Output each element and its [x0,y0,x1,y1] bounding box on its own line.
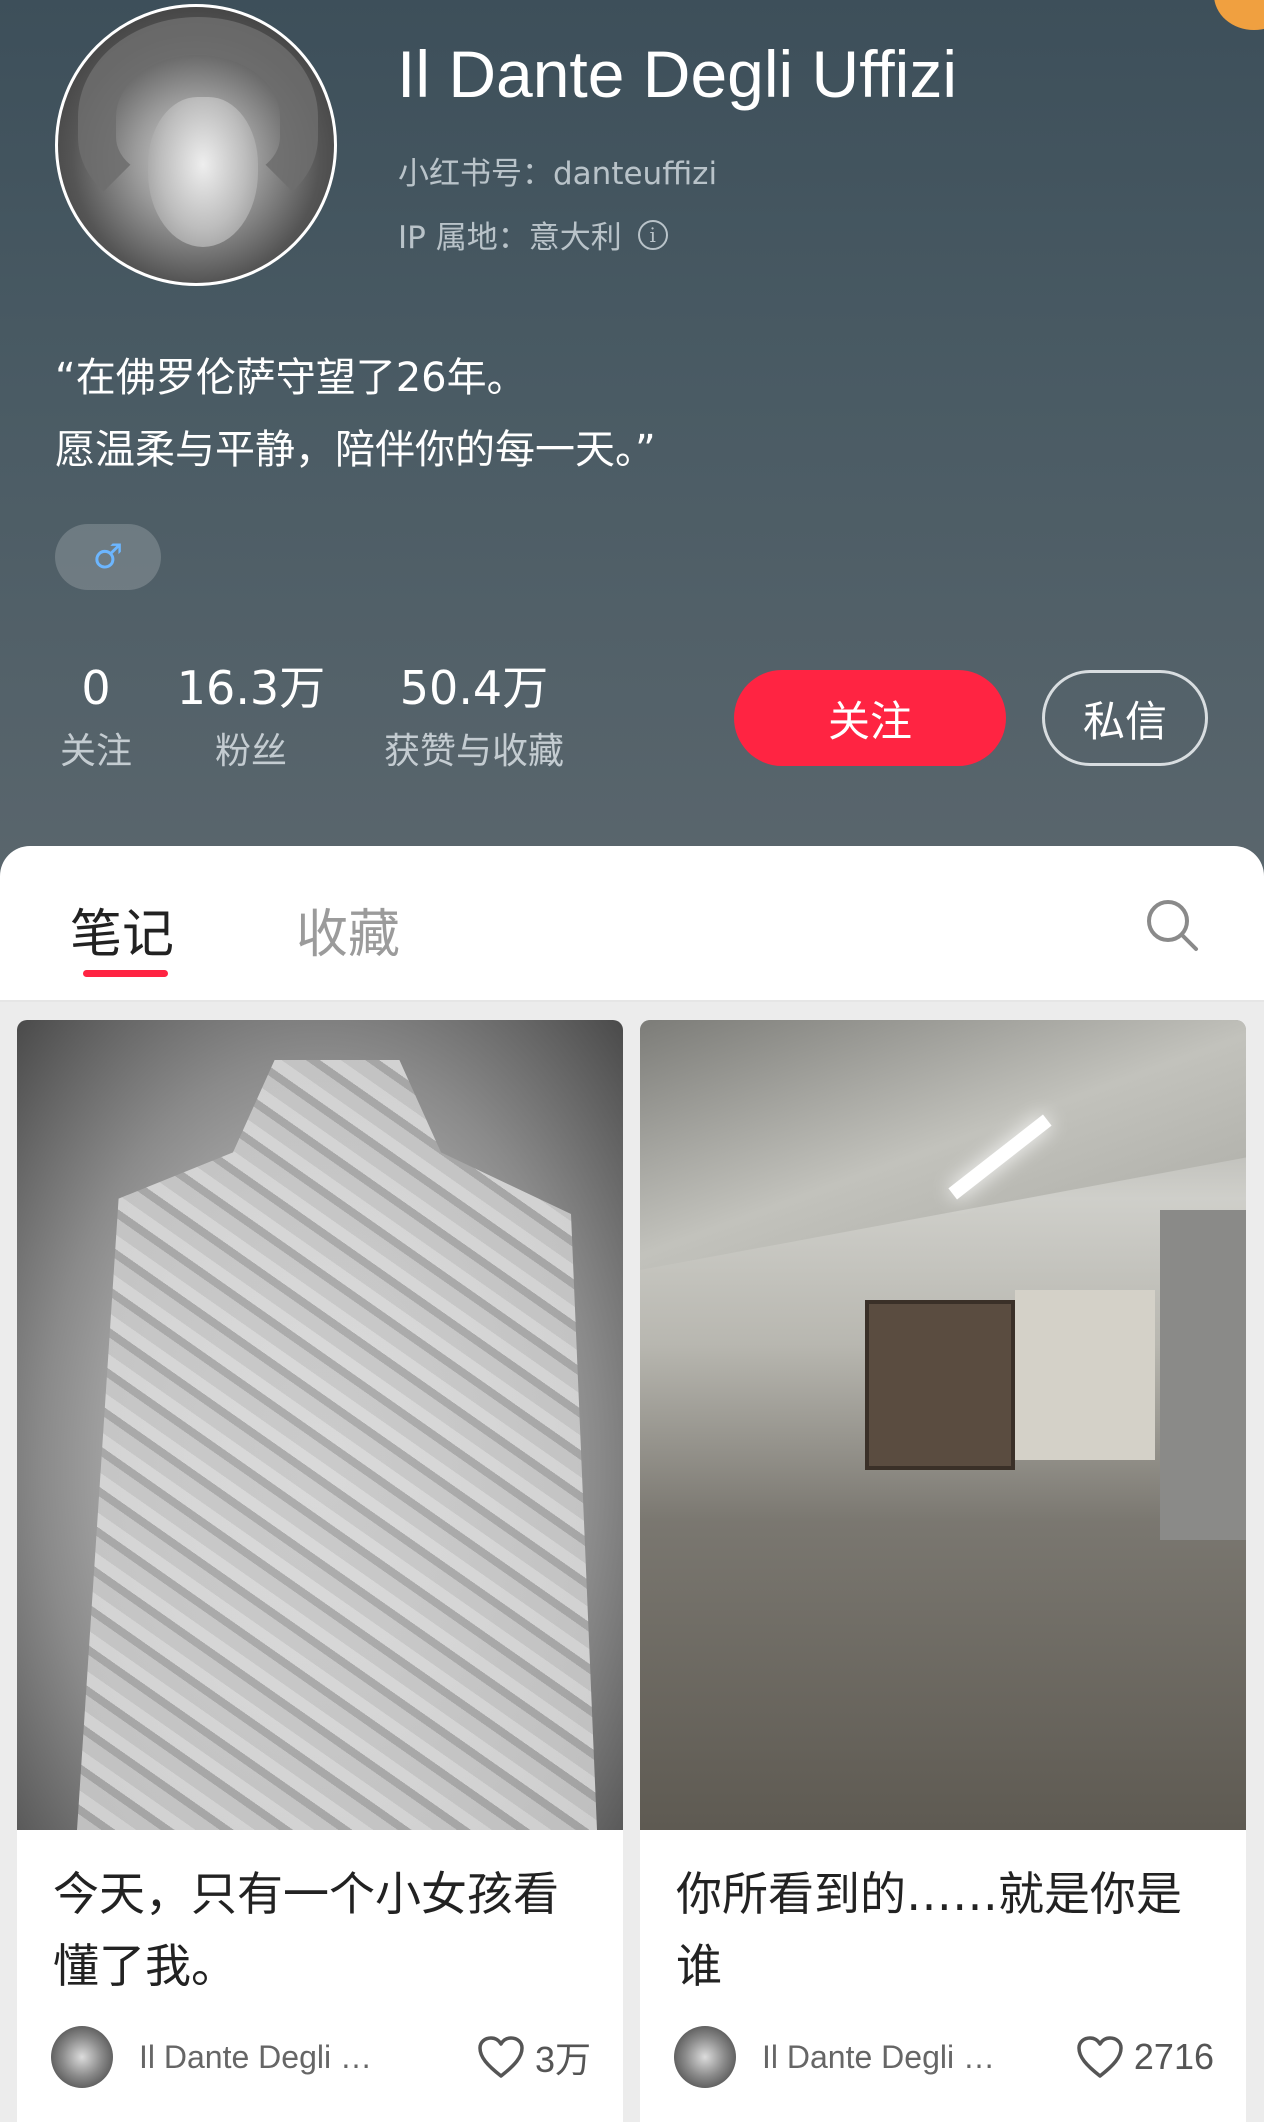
likes-collects-count: 50.4万 [399,661,549,715]
following-label: 关注 [59,731,132,772]
follow-button[interactable]: 关注 [734,670,1006,766]
heart-icon [478,2036,524,2078]
note-card[interactable]: 今天，只有一个小女孩看懂了我。 Il Dante Degli … 3万 [17,1020,623,2122]
note-cover-image[interactable] [17,1020,623,1830]
stat-fans[interactable]: 16.3万 粉丝 [176,658,326,774]
active-tab-indicator [83,970,168,977]
tab-collections[interactable]: 收藏 [296,892,400,967]
author-avatar[interactable] [674,2026,736,2088]
note-author-row: Il Dante Degli … 3万 [51,2022,591,2092]
note-card[interactable]: 你所看到的……就是你是谁 Il Dante Degli … 2716 [640,1020,1246,2122]
avatar[interactable] [55,4,337,286]
covered-cart-right [1160,1210,1246,1540]
fans-count: 16.3万 [176,661,326,715]
red-id: 小红书号：danteuffizi [398,156,718,192]
profile-bio: “在佛罗伦萨守望了26年。 愿温柔与平静，陪伴你的每一天。” [55,342,656,486]
covered-cart [1015,1290,1155,1460]
note-author-row: Il Dante Degli … 2716 [674,2022,1214,2092]
author-name[interactable]: Il Dante Degli … [139,2039,385,2076]
paper-costume-figure [77,1060,597,1830]
tab-bar: 笔记 收藏 [0,846,1264,1002]
tab-notes[interactable]: 笔记 [70,892,174,967]
likes-collects-label: 获赞与收藏 [383,731,564,772]
wooden-cart [865,1300,1015,1470]
like-count: 2716 [1133,2036,1214,2077]
bio-line-2: 愿温柔与平静，陪伴你的每一天。” [55,427,656,473]
ip-location: IP 属地：意大利 i [398,212,668,257]
corner-badge [1214,0,1264,30]
like-count: 3万 [534,2039,591,2080]
ip-location-text: IP 属地：意大利 [398,220,622,256]
like-button[interactable]: 3万 [477,2031,591,2083]
profile-header: Il Dante Degli Uffizi 小红书号：danteuffizi I… [0,0,1264,880]
fans-label: 粉丝 [214,731,287,772]
stat-following[interactable]: 0 关注 [54,658,138,774]
author-avatar[interactable] [51,2026,113,2088]
following-count: 0 [81,661,111,715]
stat-likes-collects[interactable]: 50.4万 获赞与收藏 [364,658,584,774]
avatar-hood [78,17,318,217]
bio-line-1: “在佛罗伦萨守望了26年。 [55,355,527,401]
message-button[interactable]: 私信 [1042,670,1208,766]
note-cover-image[interactable] [640,1020,1246,1830]
search-icon[interactable] [1143,896,1201,954]
gender-tag: ♂ [55,524,161,590]
heart-icon [1077,2036,1123,2078]
note-title[interactable]: 今天，只有一个小女孩看懂了我。 [53,1858,593,2002]
like-button[interactable]: 2716 [1076,2035,1214,2079]
note-title[interactable]: 你所看到的……就是你是谁 [676,1858,1216,2002]
male-icon: ♂ [92,537,124,577]
info-icon[interactable]: i [637,219,668,250]
profile-name: Il Dante Degli Uffizi [397,37,958,111]
basement-ceiling [640,1020,1246,1270]
author-name[interactable]: Il Dante Degli … [762,2039,1008,2076]
